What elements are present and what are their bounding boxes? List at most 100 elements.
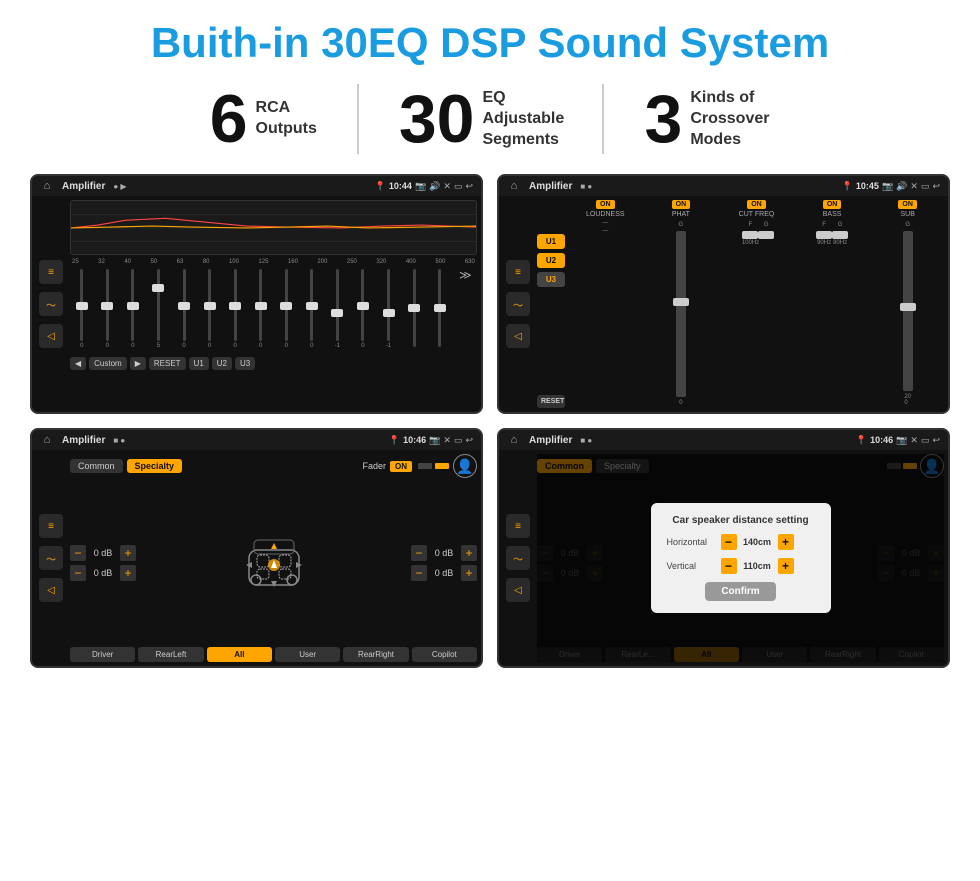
amplifier-title-xover: Amplifier (529, 181, 572, 192)
eq-thumb-6[interactable] (204, 302, 216, 310)
eq-track-1[interactable] (80, 269, 83, 341)
eq-thumb-5[interactable] (178, 302, 190, 310)
fader-db1-plus[interactable]: + (120, 545, 136, 561)
home-icon-dist[interactable]: ⌂ (507, 433, 521, 447)
eq-track-6[interactable] (208, 269, 211, 341)
sub-slider[interactable] (903, 231, 913, 391)
xover-filter-btn[interactable]: ≡ (506, 260, 530, 284)
freq-label-160: 160 (288, 259, 298, 265)
zone-all[interactable]: All (207, 647, 272, 662)
eq-thumb-9[interactable] (280, 302, 292, 310)
eq-prev-btn[interactable]: ◀ (70, 357, 86, 370)
eq-expand-btn[interactable]: ≫ (453, 269, 477, 349)
eq-filter-btn[interactable]: ≡ (39, 260, 63, 284)
xover-u1-btn[interactable]: U1 (537, 234, 565, 249)
eq-track-3[interactable] (131, 269, 134, 341)
vertical-plus[interactable]: + (778, 558, 794, 574)
eq-thumb-12[interactable] (357, 302, 369, 310)
xover-sub-label: SUB (900, 211, 914, 218)
eq-thumb-1[interactable] (76, 302, 88, 310)
eq-thumb-4[interactable] (152, 284, 164, 292)
home-icon-xover[interactable]: ⌂ (507, 179, 521, 193)
eq-thumb-10[interactable] (306, 302, 318, 310)
horizontal-plus[interactable]: + (778, 534, 794, 550)
xover-sub-on[interactable]: ON (898, 200, 917, 209)
eq-track-4[interactable] (157, 269, 160, 341)
fader-db3-plus[interactable]: + (461, 545, 477, 561)
horizontal-value: 140cm (740, 537, 775, 547)
eq-track-11[interactable] (336, 269, 339, 341)
eq-track-14[interactable] (413, 269, 416, 347)
phat-slider[interactable] (676, 231, 686, 397)
cutfreq-f-thumb[interactable] (742, 231, 758, 239)
eq-thumb-2[interactable] (101, 302, 113, 310)
fader-speaker-btn[interactable]: ◁ (39, 578, 63, 602)
xover-u3-btn[interactable]: U3 (537, 272, 565, 287)
eq-thumb-13[interactable] (383, 309, 395, 317)
xover-u2-btn[interactable]: U2 (537, 253, 565, 268)
eq-u1-btn[interactable]: U1 (189, 357, 209, 370)
eq-u3-btn[interactable]: U3 (235, 357, 255, 370)
home-icon-eq[interactable]: ⌂ (40, 179, 54, 193)
zone-rearleft[interactable]: RearLeft (138, 647, 203, 662)
fader-common-tab[interactable]: Common (70, 459, 123, 473)
dist-filter-btn[interactable]: ≡ (506, 514, 530, 538)
fader-db3-minus[interactable]: − (411, 545, 427, 561)
xover-bass-on[interactable]: ON (823, 200, 842, 209)
close-icon-eq: ✕ (443, 181, 451, 192)
eq-thumb-7[interactable] (229, 302, 241, 310)
eq-thumb-8[interactable] (255, 302, 267, 310)
vertical-label: Vertical (667, 561, 717, 571)
eq-reset-btn[interactable]: RESET (149, 357, 186, 370)
zone-copilot[interactable]: Copilot (412, 647, 477, 662)
eq-track-2[interactable] (106, 269, 109, 341)
eq-play-btn[interactable]: ▶ (130, 357, 146, 370)
eq-thumb-3[interactable] (127, 302, 139, 310)
eq-track-13[interactable] (387, 269, 390, 341)
fader-db2-plus[interactable]: + (120, 565, 136, 581)
eq-track-5[interactable] (183, 269, 186, 341)
eq-track-7[interactable] (234, 269, 237, 341)
fader-specialty-tab[interactable]: Specialty (127, 459, 183, 473)
fader-db4-minus[interactable]: − (411, 565, 427, 581)
fader-db4-plus[interactable]: + (461, 565, 477, 581)
fader-db1-minus[interactable]: − (70, 545, 86, 561)
cutfreq-g-thumb[interactable] (758, 231, 774, 239)
eq-track-9[interactable] (285, 269, 288, 341)
eq-thumb-11[interactable] (331, 309, 343, 317)
dist-wave-btn[interactable]: 〜 (506, 546, 530, 570)
confirm-button[interactable]: Confirm (705, 582, 775, 601)
dist-speaker-btn[interactable]: ◁ (506, 578, 530, 602)
sub-thumb[interactable] (900, 303, 916, 311)
zone-driver[interactable]: Driver (70, 647, 135, 662)
eq-thumb-14[interactable] (408, 304, 420, 312)
zone-rearright[interactable]: RearRight (343, 647, 408, 662)
home-icon-fader[interactable]: ⌂ (40, 433, 54, 447)
xover-reset-btn[interactable]: RESET (537, 395, 565, 408)
xover-speaker-btn[interactable]: ◁ (506, 324, 530, 348)
horizontal-minus[interactable]: − (721, 534, 737, 550)
eq-track-12[interactable] (361, 269, 364, 341)
xover-cutfreq-on[interactable]: ON (747, 200, 766, 209)
bass-f-thumb[interactable] (816, 231, 832, 239)
eq-track-15[interactable] (438, 269, 441, 347)
phat-thumb[interactable] (673, 298, 689, 306)
xover-loudness-on[interactable]: ON (596, 200, 615, 209)
zone-user[interactable]: User (275, 647, 340, 662)
eq-track-10[interactable] (310, 269, 313, 341)
eq-speaker-btn[interactable]: ◁ (39, 324, 63, 348)
eq-wave-btn[interactable]: 〜 (39, 292, 63, 316)
fader-person-icon[interactable]: 👤 (453, 454, 477, 478)
eq-thumb-15[interactable] (434, 304, 446, 312)
fader-on-btn[interactable]: ON (390, 461, 412, 472)
fader-filter-btn[interactable]: ≡ (39, 514, 63, 538)
xover-phat-on[interactable]: ON (672, 200, 691, 209)
xover-wave-btn[interactable]: 〜 (506, 292, 530, 316)
stat-text-eq: EQ AdjustableSegments (482, 88, 562, 150)
fader-wave-btn[interactable]: 〜 (39, 546, 63, 570)
eq-track-8[interactable] (259, 269, 262, 341)
fader-db2-minus[interactable]: − (70, 565, 86, 581)
bass-g-thumb[interactable] (832, 231, 848, 239)
vertical-minus[interactable]: − (721, 558, 737, 574)
eq-u2-btn[interactable]: U2 (212, 357, 232, 370)
